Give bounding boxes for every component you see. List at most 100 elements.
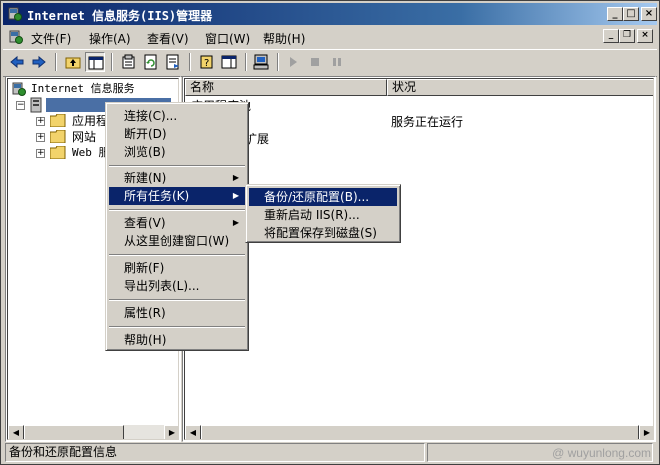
menu-action[interactable]: 操作(A) <box>89 30 131 47</box>
tree-expand-icon[interactable]: + <box>36 149 45 158</box>
ctx-item-connect[interactable]: 连接(C)... <box>109 107 245 125</box>
ctx-item-view[interactable]: 查看(V) ▶ <box>109 214 245 232</box>
submenu-item-restart-iis[interactable]: 重新启动 IIS(R)... <box>249 206 397 224</box>
ctx-item-disconnect[interactable]: 断开(D) <box>109 125 245 143</box>
submenu-item-backup-restore[interactable]: 备份/还原配置(B)... <box>249 188 397 206</box>
iis-manager-window: Internet 信息服务(IIS)管理器 _ □ × 文件(F) 操作(A) … <box>0 0 660 465</box>
menu-help[interactable]: 帮助(H) <box>263 30 305 47</box>
server-icon <box>30 97 42 113</box>
ctx-item-new-label: 新建(N) <box>124 171 167 185</box>
up-level-button[interactable] <box>63 52 83 72</box>
list-pane-body: 名称 状况 应用程序池 服务正在运行 务扩展 ◀ ▶ <box>184 78 654 440</box>
tree-root-label: Internet 信息服务 <box>31 82 135 95</box>
context-menu: 连接(C)... 断开(D) 浏览(B) 新建(N) ▶ 所有任务(K) ▶ 查看(… <box>105 102 249 351</box>
ctx-item-view-label: 查看(V) <box>124 216 166 230</box>
iis-root-icon <box>12 82 26 96</box>
forward-button[interactable] <box>29 52 49 72</box>
ctx-item-help[interactable]: 帮助(H) <box>109 331 245 349</box>
computer-icon <box>253 54 269 70</box>
show-action-pane-button[interactable] <box>219 52 239 72</box>
ctx-item-new[interactable]: 新建(N) ▶ <box>109 169 245 187</box>
help-book-icon: ? <box>200 55 213 69</box>
back-button[interactable] <box>7 52 27 72</box>
mdi-restore-button[interactable]: ❐ <box>619 29 635 43</box>
console-icon[interactable] <box>8 29 24 45</box>
play-icon <box>290 57 297 67</box>
menu-file[interactable]: 文件(F) <box>31 30 71 47</box>
iis-app-icon <box>7 6 23 22</box>
status-text: 备份和还原配置信息 <box>5 443 425 462</box>
toolbar: ? <box>3 49 657 77</box>
scroll-right-button[interactable]: ▶ <box>639 425 653 439</box>
toolbar-separator <box>277 53 279 71</box>
menu-separator <box>109 299 245 301</box>
list-pane: 名称 状况 应用程序池 服务正在运行 务扩展 ◀ ▶ <box>182 76 656 442</box>
scroll-thumb[interactable] <box>24 425 124 439</box>
tree-hscrollbar[interactable]: ◀ ▶ <box>8 425 178 439</box>
list-hscrollbar[interactable]: ◀ ▶ <box>185 425 653 439</box>
toolbar-separator <box>189 53 191 71</box>
connect-computer-button[interactable] <box>251 52 271 72</box>
title-bar[interactable]: Internet 信息服务(IIS)管理器 _ □ × <box>3 3 657 25</box>
svg-text:?: ? <box>204 58 209 69</box>
folder-icon <box>50 146 66 159</box>
close-button[interactable]: × <box>641 7 657 21</box>
tree-item-label: 应用程 <box>72 114 109 128</box>
column-header-status[interactable]: 状况 <box>387 79 653 96</box>
ctx-item-all-tasks[interactable]: 所有任务(K) ▶ <box>109 187 245 205</box>
submenu-arrow-icon: ▶ <box>232 173 239 182</box>
ctx-item-all-tasks-label: 所有任务(K) <box>124 189 190 203</box>
watermark: @ wuyunlong.com <box>552 446 651 460</box>
ctx-item-browse[interactable]: 浏览(B) <box>109 143 245 161</box>
tree-server-collapse-icon[interactable]: − <box>16 101 25 110</box>
tree-expand-icon[interactable]: + <box>36 133 45 142</box>
refresh-button[interactable] <box>141 52 161 72</box>
minimize-button[interactable]: _ <box>607 7 623 21</box>
forward-arrow-icon <box>32 55 46 69</box>
pause-button[interactable] <box>327 52 347 72</box>
ctx-item-export-list[interactable]: 导出列表(L)... <box>109 277 245 295</box>
scroll-left-button[interactable]: ◀ <box>185 425 201 439</box>
export-list-button[interactable] <box>163 52 183 72</box>
menu-view[interactable]: 查看(V) <box>147 30 189 47</box>
start-button[interactable] <box>283 52 303 72</box>
ctx-item-refresh[interactable]: 刷新(F) <box>109 259 245 277</box>
submenu-arrow-icon: ▶ <box>232 191 239 200</box>
toolbar-separator <box>111 53 113 71</box>
menu-separator <box>109 326 245 328</box>
tree-expand-icon[interactable]: + <box>36 117 45 126</box>
back-arrow-icon <box>10 55 24 69</box>
export-list-icon <box>166 54 179 70</box>
show-hide-tree-button[interactable] <box>85 52 105 72</box>
ctx-item-properties[interactable]: 属性(R) <box>109 304 245 322</box>
stop-icon <box>311 58 319 66</box>
pause-icon <box>333 58 341 66</box>
tree-item-label: 网站 <box>72 130 97 144</box>
mdi-minimize-button[interactable]: _ <box>603 29 619 43</box>
menu-window[interactable]: 窗口(W) <box>205 30 250 47</box>
toolbar-separator <box>245 53 247 71</box>
submenu-item-save-config[interactable]: 将配置保存到磁盘(S) <box>249 224 397 242</box>
folder-icon <box>50 114 66 127</box>
scroll-thumb[interactable] <box>201 425 639 439</box>
stop-button[interactable] <box>305 52 325 72</box>
folder-icon <box>50 130 66 143</box>
folder-up-icon <box>65 57 81 69</box>
menu-separator <box>109 209 245 211</box>
tree-item-label: Web 服 <box>72 146 110 159</box>
help-button[interactable]: ? <box>197 52 217 72</box>
scroll-left-button[interactable]: ◀ <box>8 425 24 439</box>
mdi-close-button[interactable]: × <box>637 29 653 43</box>
menu-bar: 文件(F) 操作(A) 查看(V) 窗口(W) 帮助(H) _ ❐ × <box>3 26 657 48</box>
console-tree-icon <box>88 56 104 70</box>
action-pane-icon <box>221 55 237 69</box>
refresh-icon <box>144 54 157 70</box>
properties-button[interactable] <box>119 52 139 72</box>
column-header-name[interactable]: 名称 <box>185 79 387 96</box>
ctx-item-new-window[interactable]: 从这里创建窗口(W) <box>109 232 245 250</box>
scroll-right-button[interactable]: ▶ <box>164 425 178 439</box>
menu-separator <box>109 254 245 256</box>
properties-icon <box>122 54 135 69</box>
list-item-status: 服务正在运行 <box>391 115 464 129</box>
maximize-button[interactable]: □ <box>623 7 639 21</box>
